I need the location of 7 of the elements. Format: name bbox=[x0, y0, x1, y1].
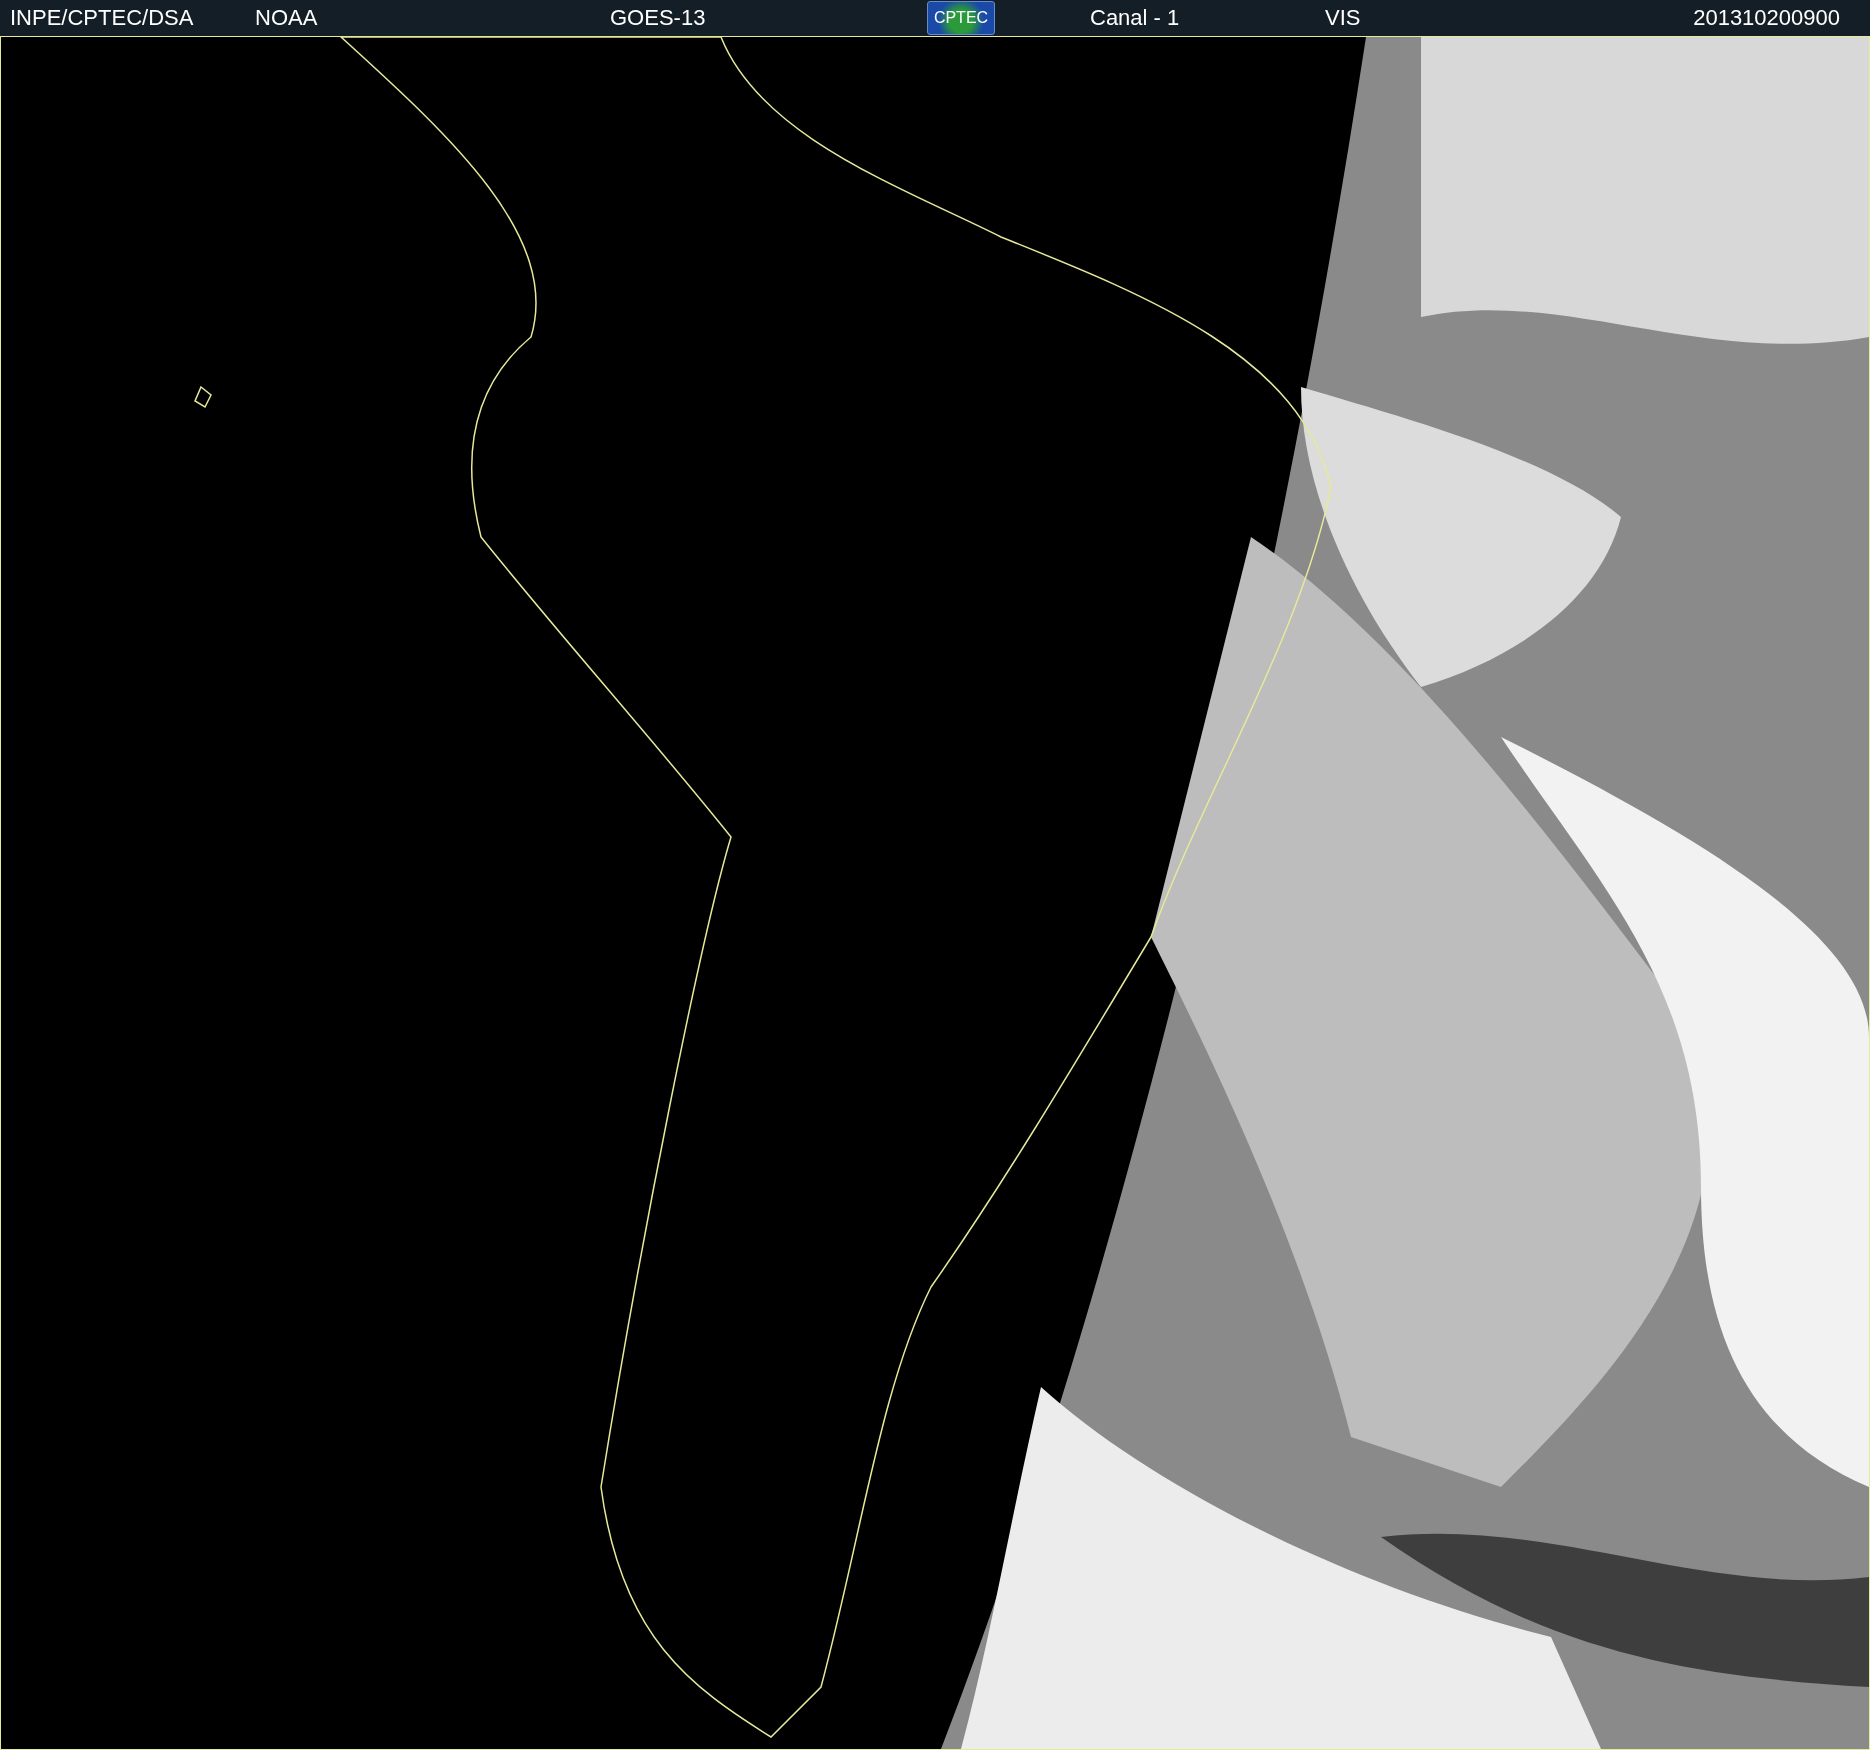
band-label: VIS bbox=[1324, 5, 1362, 31]
source-label: INPE/CPTEC/DSA bbox=[10, 5, 194, 31]
agency-label: NOAA bbox=[255, 5, 318, 31]
channel-label: Canal - 1 bbox=[1089, 5, 1181, 31]
timestamp-label: 201310200900 bbox=[1693, 5, 1840, 31]
satellite-label: GOES-13 bbox=[610, 5, 706, 31]
logo: CPTEC bbox=[927, 1, 995, 35]
